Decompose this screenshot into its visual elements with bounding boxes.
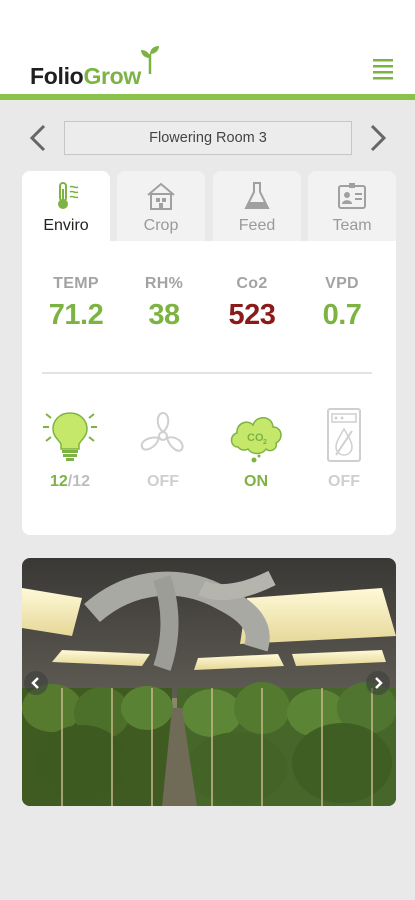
tab-enviro-label: Enviro bbox=[43, 217, 89, 234]
enviro-card: TEMP 71.2 RH% 38 Co2 523 VPD 0.7 12/12 O… bbox=[22, 241, 396, 535]
dehumidifier-control[interactable]: OFF bbox=[302, 405, 386, 491]
stat-vpd: VPD 0.7 bbox=[296, 275, 388, 332]
section-tabs: Enviro Crop Feed Team bbox=[22, 171, 396, 243]
room-selector: Flowering Room 3 bbox=[0, 118, 415, 158]
id-badge-icon bbox=[338, 183, 366, 209]
tab-team[interactable]: Team bbox=[308, 171, 396, 243]
stat-rh-label: RH% bbox=[144, 275, 184, 292]
tab-enviro[interactable]: Enviro bbox=[22, 171, 110, 243]
stat-temp-value: 71.2 bbox=[48, 299, 104, 331]
tab-crop-label: Crop bbox=[143, 217, 179, 234]
logo-text-grow: Grow bbox=[83, 63, 142, 89]
sprout-icon bbox=[141, 46, 159, 74]
stat-rh: RH% 38 bbox=[118, 275, 210, 332]
grow-room-image bbox=[22, 558, 396, 806]
tab-feed-label: Feed bbox=[238, 217, 276, 234]
stat-co2-label: Co2 bbox=[236, 275, 268, 292]
light-bulb-icon bbox=[43, 412, 97, 461]
stat-co2-value: 523 bbox=[228, 299, 276, 331]
stat-rh-value: 38 bbox=[148, 299, 180, 331]
light-control[interactable]: 12/12 bbox=[28, 405, 112, 491]
tab-team-label: Team bbox=[332, 217, 372, 234]
chevron-right-icon[interactable] bbox=[362, 118, 392, 158]
logo-text-folio: Folio bbox=[30, 63, 84, 89]
chevron-left-icon bbox=[31, 677, 39, 689]
tab-crop[interactable]: Crop bbox=[117, 171, 205, 243]
divider bbox=[42, 372, 372, 374]
co2-cloud-icon: CO 2 bbox=[230, 417, 282, 463]
stat-temp-label: TEMP bbox=[53, 275, 99, 292]
photo-prev-button[interactable] bbox=[24, 671, 48, 695]
room-name[interactable]: Flowering Room 3 bbox=[64, 121, 352, 155]
light-cycle: 12/12 bbox=[28, 473, 112, 491]
app-header: Folio Grow bbox=[0, 0, 415, 100]
stat-temp: TEMP 71.2 bbox=[30, 275, 122, 332]
folio-grow-logo: Folio Grow bbox=[30, 46, 159, 90]
fan-control[interactable]: OFF bbox=[121, 405, 205, 491]
co2-icon-text: CO bbox=[247, 432, 264, 444]
fan-state: OFF bbox=[147, 473, 179, 490]
chevron-left-icon[interactable] bbox=[24, 118, 54, 158]
co2-icon-subscript: 2 bbox=[263, 439, 267, 446]
dehumidifier-state: OFF bbox=[328, 473, 360, 490]
thermometer-icon bbox=[58, 182, 79, 209]
tab-feed[interactable]: Feed bbox=[213, 171, 301, 243]
co2-control[interactable]: CO 2 ON bbox=[214, 405, 298, 491]
stat-vpd-label: VPD bbox=[325, 275, 359, 292]
fan-icon bbox=[140, 411, 184, 452]
light-hours-total: 12 bbox=[72, 473, 91, 490]
light-hours-on: 12 bbox=[49, 473, 68, 490]
greenhouse-icon bbox=[147, 182, 175, 210]
flask-icon bbox=[244, 182, 270, 209]
stat-co2: Co2 523 bbox=[206, 275, 298, 332]
grow-room-photo bbox=[22, 558, 396, 806]
stat-vpd-value: 0.7 bbox=[322, 299, 362, 331]
dehumidifier-icon bbox=[327, 408, 361, 462]
photo-next-button[interactable] bbox=[366, 671, 390, 695]
co2-state: ON bbox=[244, 473, 268, 490]
chevron-right-icon bbox=[375, 677, 383, 689]
hamburger-menu-icon[interactable] bbox=[372, 57, 396, 81]
